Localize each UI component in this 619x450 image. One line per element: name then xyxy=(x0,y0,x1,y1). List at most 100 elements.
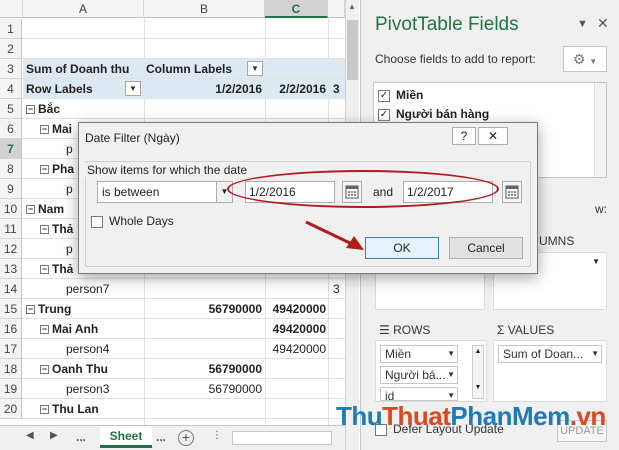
calendar-button-to[interactable] xyxy=(502,181,522,203)
item-row[interactable]: p xyxy=(66,179,73,199)
value-cell[interactable]: 49420000 xyxy=(266,339,326,359)
whole-days-option[interactable]: Whole Days xyxy=(91,214,174,228)
scroll-up-icon[interactable]: ▲ xyxy=(348,2,356,11)
row-header[interactable]: 2 xyxy=(0,39,22,59)
group-row[interactable]: − Mai xyxy=(40,119,72,139)
close-icon[interactable]: ✕ xyxy=(597,15,609,32)
collapse-icon[interactable]: − xyxy=(40,125,49,135)
values-area[interactable]: Sum of Doan... ▼ xyxy=(493,340,607,402)
rows-area[interactable]: Miền ▼ Người bá... ▼ id ▼ ▲ ▼ xyxy=(375,340,487,402)
value-cell[interactable]: 49420000 xyxy=(266,299,326,319)
item-row[interactable]: person3 xyxy=(66,379,109,399)
group-label: Nam xyxy=(38,202,65,216)
add-sheet-button[interactable]: + xyxy=(178,430,194,446)
chevron-down-icon[interactable]: ▼ xyxy=(592,257,600,266)
collapse-icon[interactable]: − xyxy=(26,105,35,115)
value-field-chip[interactable]: Sum of Doan... ▼ xyxy=(498,345,602,363)
horizontal-scrollbar[interactable] xyxy=(232,431,332,445)
group-row[interactable]: − Trung xyxy=(26,299,71,319)
value-cell[interactable]: 56790000 xyxy=(180,299,262,319)
row-header[interactable]: 10 xyxy=(0,199,22,219)
row-field-chip[interactable]: id ▼ xyxy=(380,387,458,401)
group-row[interactable]: − Mai Anh xyxy=(40,319,98,339)
row-header[interactable]: 6 xyxy=(0,119,22,139)
tab-prev-icon[interactable]: ◀ xyxy=(26,430,34,441)
item-row[interactable]: person7 xyxy=(66,279,109,299)
chevron-down-icon[interactable]: ▼ xyxy=(591,346,599,362)
rows-area-scrollbar[interactable]: ▲ ▼ xyxy=(472,345,484,399)
collapse-icon[interactable]: − xyxy=(40,165,49,175)
row-header[interactable]: 5 xyxy=(0,99,22,119)
value-cell[interactable]: 49420000 xyxy=(266,319,326,339)
tab-more-left[interactable]: ... xyxy=(76,430,86,444)
column-header-c[interactable]: C xyxy=(265,0,328,18)
item-row[interactable]: p xyxy=(66,139,73,159)
row-header[interactable]: 15 xyxy=(0,299,22,319)
field-list-scrollbar[interactable] xyxy=(594,83,606,177)
chevron-down-icon[interactable]: ▼ xyxy=(447,388,455,400)
field-settings-button[interactable]: ⚙ ▼ xyxy=(563,46,607,72)
column-labels-filter-button[interactable]: ▼ xyxy=(247,61,263,76)
collapse-icon[interactable]: − xyxy=(40,365,49,375)
pane-options-icon[interactable]: ▼ xyxy=(577,18,588,30)
row-header[interactable]: 16 xyxy=(0,319,22,339)
row-header[interactable]: 4 xyxy=(0,79,22,99)
chevron-down-icon[interactable]: ▼ xyxy=(447,346,455,362)
scrollbar-thumb[interactable] xyxy=(347,20,358,80)
column-headers: A B C xyxy=(0,0,345,18)
row-header[interactable]: 7 xyxy=(0,139,22,159)
whole-days-checkbox[interactable] xyxy=(91,215,103,228)
group-row[interactable]: − Thu Lan xyxy=(40,399,99,419)
column-header-a[interactable]: A xyxy=(23,0,144,18)
dialog-close-button[interactable]: ✕ xyxy=(478,127,508,145)
row-header[interactable]: 20 xyxy=(0,399,22,419)
row-header[interactable]: 1 xyxy=(0,19,22,39)
row-header[interactable]: 12 xyxy=(0,239,22,259)
tab-more-right[interactable]: ... xyxy=(156,430,166,444)
group-row[interactable]: − Thả xyxy=(40,259,73,279)
field-item-nguoi-ban-hang[interactable]: ✓ Người bán hàng xyxy=(378,105,489,123)
sheet-tab[interactable]: Sheet xyxy=(100,426,152,448)
group-row[interactable]: − Bắc xyxy=(26,99,60,119)
operator-select[interactable]: is between ▼ xyxy=(97,181,233,203)
checkbox-checked-icon[interactable]: ✓ xyxy=(378,108,390,121)
item-row[interactable]: person4 xyxy=(66,339,109,359)
value-cell[interactable]: 56790000 xyxy=(180,379,262,399)
cancel-button[interactable]: Cancel xyxy=(449,237,523,259)
group-row[interactable]: − Oanh Thu xyxy=(40,359,108,379)
collapse-icon[interactable]: − xyxy=(40,325,49,335)
row-header[interactable]: 8 xyxy=(0,159,22,179)
column-header-d[interactable] xyxy=(328,0,345,18)
item-row[interactable]: p xyxy=(66,239,73,259)
field-item-mien[interactable]: ✓ Miền xyxy=(378,86,423,104)
checkbox-checked-icon[interactable]: ✓ xyxy=(378,89,390,102)
tab-next-icon[interactable]: ▶ xyxy=(50,430,58,441)
row-header[interactable]: 13 xyxy=(0,259,22,279)
group-row[interactable]: − Thả xyxy=(40,219,73,239)
collapse-icon[interactable]: − xyxy=(40,225,49,235)
row-header[interactable]: 17 xyxy=(0,339,22,359)
value-cell[interactable]: 56790000 xyxy=(180,359,262,379)
collapse-icon[interactable]: − xyxy=(26,205,35,215)
group-row[interactable]: − Pha xyxy=(40,159,74,179)
row-field-chip[interactable]: Miền ▼ xyxy=(380,345,458,363)
row-labels-filter-button[interactable]: ▼ xyxy=(125,81,141,96)
value-cell[interactable]: 3 xyxy=(333,279,340,299)
select-all-corner[interactable] xyxy=(0,0,23,18)
row-header[interactable]: 14 xyxy=(0,279,22,299)
row-header[interactable]: 9 xyxy=(0,179,22,199)
row-header[interactable]: 3 xyxy=(0,59,22,79)
row-field-chip[interactable]: Người bá... ▼ xyxy=(380,366,458,384)
more-options-icon[interactable]: ⋮ xyxy=(212,430,222,441)
collapse-icon[interactable]: − xyxy=(40,405,49,415)
column-header-b[interactable]: B xyxy=(144,0,265,18)
group-row[interactable]: − Nam xyxy=(26,199,64,219)
help-button[interactable]: ? xyxy=(452,127,476,145)
row-header[interactable]: 19 xyxy=(0,379,22,399)
row-header[interactable]: 18 xyxy=(0,359,22,379)
chevron-down-icon[interactable]: ▼ xyxy=(447,367,455,383)
ok-button[interactable]: OK xyxy=(365,237,439,259)
collapse-icon[interactable]: − xyxy=(26,305,35,315)
row-header[interactable]: 11 xyxy=(0,219,22,239)
collapse-icon[interactable]: − xyxy=(40,265,49,275)
